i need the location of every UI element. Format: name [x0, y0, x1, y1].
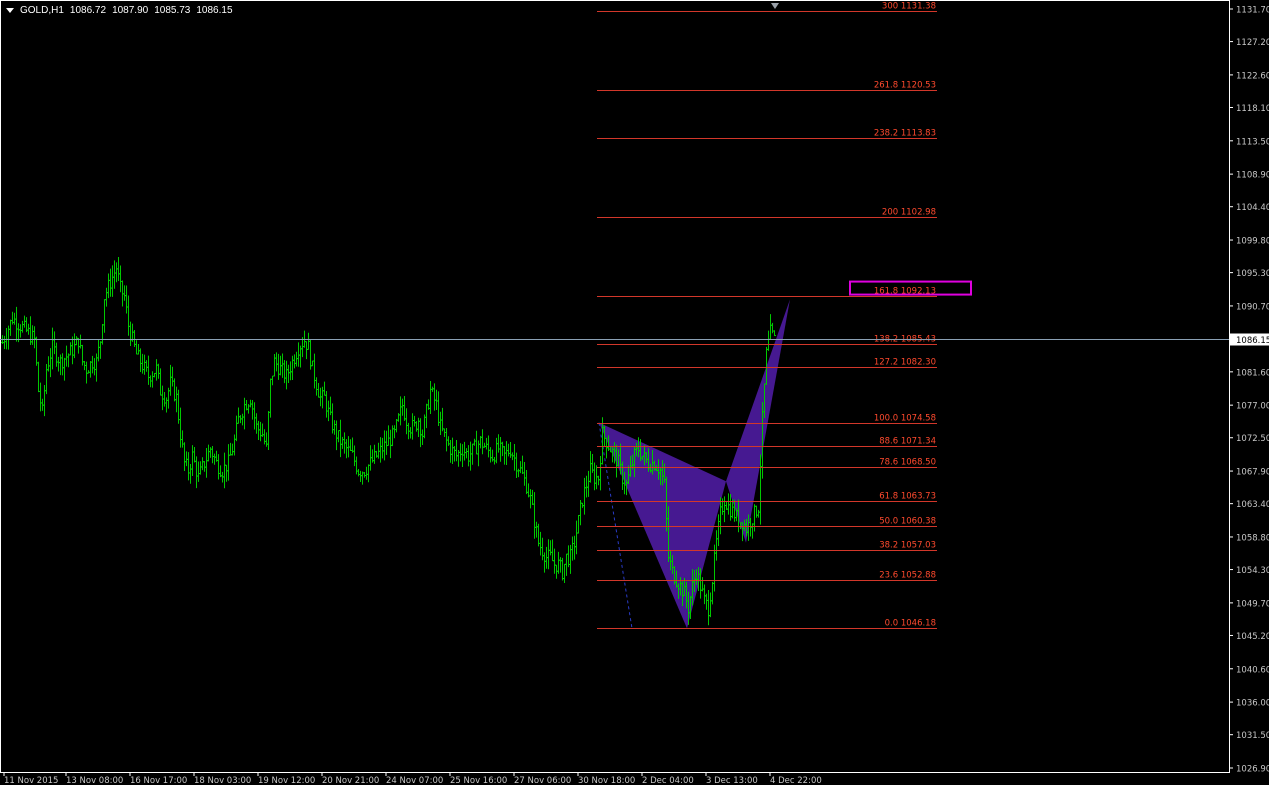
- plot-border: [0, 0, 1230, 773]
- fib-label-0: 300 1131.38: [882, 2, 936, 12]
- y-tick-label-11: 1077.00: [1236, 402, 1269, 412]
- shift-marker-icon[interactable]: [771, 3, 779, 9]
- y-tick-label-15: 1058.80: [1236, 533, 1269, 543]
- y-tick-label-21: 1031.50: [1236, 731, 1269, 741]
- x-tick-label-12: 4 Dec 22:00: [770, 776, 822, 785]
- y-tick-label-5: 1108.90: [1236, 171, 1269, 181]
- y-tick-label-17: 1049.70: [1236, 599, 1269, 609]
- ohlc-high: 1087.90: [112, 5, 149, 16]
- fib-label-1: 261.8 1120.53: [874, 81, 936, 91]
- fib-label-12: 38.2 1057.03: [879, 541, 936, 551]
- x-tick-label-1: 13 Nov 08:00: [66, 776, 123, 785]
- x-tick-label-4: 19 Nov 12:00: [258, 776, 315, 785]
- y-tick-label-20: 1036.00: [1236, 699, 1269, 709]
- y-tick-label-22: 1026.90: [1236, 765, 1269, 775]
- y-tick-label-10: 1081.60: [1236, 368, 1269, 378]
- y-tick-label-4: 1113.50: [1236, 137, 1269, 147]
- y-tick-label-7: 1099.80: [1236, 237, 1269, 247]
- fib-label-11: 50.0 1060.38: [879, 517, 936, 527]
- fib-label-6: 127.2 1082.30: [874, 358, 936, 368]
- y-tick-label-0: 1131.70: [1236, 6, 1269, 16]
- chart-header: GOLD,H1 1086.72 1087.90 1085.73 1086.15: [6, 5, 233, 16]
- y-tick-label-8: 1095.30: [1236, 269, 1269, 279]
- x-tick-label-6: 24 Nov 07:00: [386, 776, 443, 785]
- y-tick-label-12: 1072.50: [1236, 434, 1269, 444]
- x-tick-label-9: 30 Nov 18:00: [578, 776, 635, 785]
- fib-label-9: 78.6 1068.50: [879, 458, 936, 468]
- pattern-triangle-bcd: [726, 299, 790, 543]
- fib-label-7: 100.0 1074.58: [874, 414, 936, 424]
- y-tick-label-9: 1090.70: [1236, 302, 1269, 312]
- price-chart[interactable]: 300 1131.38 261.8 1120.53 238.2 1113.83 200…: [0, 0, 1269, 785]
- x-tick-label-11: 3 Dec 13:00: [706, 776, 758, 785]
- x-tick-label-8: 27 Nov 06:00: [514, 776, 571, 785]
- y-tick-label-3: 1118.10: [1236, 104, 1269, 114]
- fib-label-14: 0.0 1046.18: [885, 619, 936, 629]
- y-tick-label-14: 1063.40: [1236, 500, 1269, 510]
- symbol-label: GOLD,H1: [20, 5, 64, 16]
- fib-label-8: 88.6 1071.34: [879, 437, 936, 447]
- y-tick-label-19: 1040.60: [1236, 665, 1269, 675]
- ohlc-low: 1085.73: [154, 5, 191, 16]
- x-tick-label-5: 20 Nov 21:00: [322, 776, 379, 785]
- y-tick-label-13: 1067.90: [1236, 468, 1269, 478]
- fib-label-10: 61.8 1063.73: [879, 492, 936, 502]
- y-tick-label-6: 1104.40: [1236, 203, 1269, 213]
- x-tick-label-2: 16 Nov 17:00: [130, 776, 187, 785]
- dropdown-triangle-icon[interactable]: [6, 8, 14, 13]
- fib-label-2: 238.2 1113.83: [874, 129, 936, 139]
- x-tick-label-10: 2 Dec 04:00: [642, 776, 694, 785]
- x-tick-label-3: 18 Nov 03:00: [194, 776, 251, 785]
- y-tick-label-16: 1054.30: [1236, 566, 1269, 576]
- y-tick-label-18: 1045.20: [1236, 632, 1269, 642]
- ohlc-close: 1086.15: [196, 5, 233, 16]
- x-tick-label-7: 25 Nov 16:00: [450, 776, 507, 785]
- ohlc-open: 1086.72: [69, 5, 107, 16]
- x-tick-label-0: 11 Nov 2015: [4, 776, 58, 785]
- y-tick-label-2: 1122.60: [1236, 71, 1269, 81]
- fib-label-3: 200 1102.98: [882, 208, 936, 218]
- y-tick-label-1: 1127.20: [1236, 38, 1269, 48]
- current-price-label: 1086.15: [1236, 336, 1269, 346]
- fib-label-13: 23.6 1052.88: [879, 571, 936, 581]
